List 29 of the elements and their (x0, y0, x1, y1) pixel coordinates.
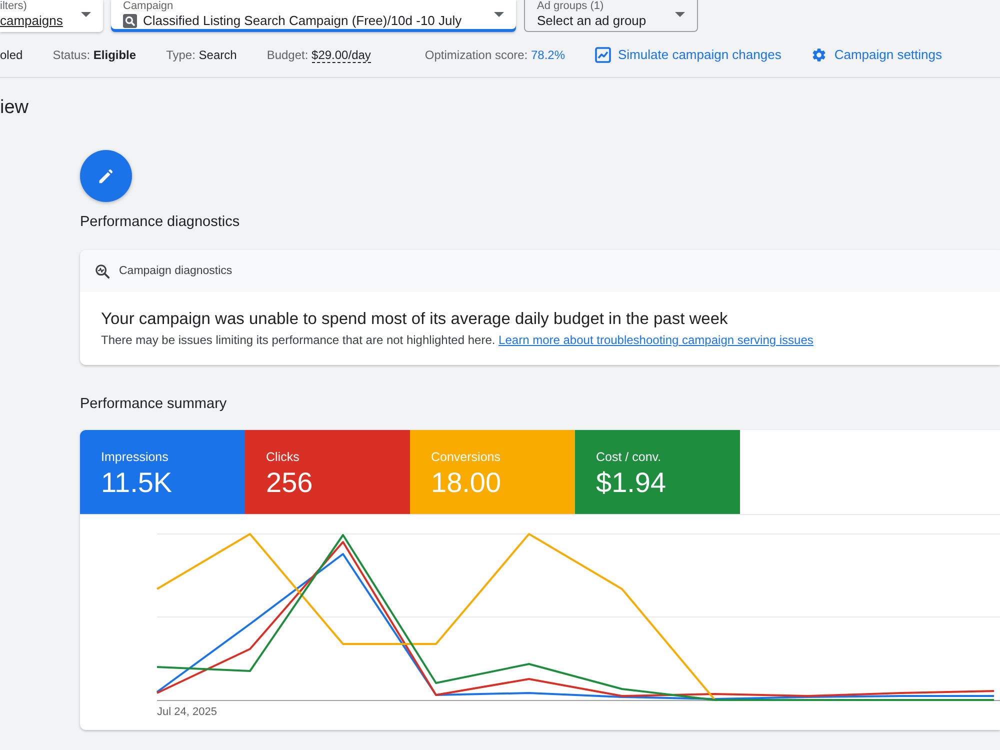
optimization-score-text: Optimization score: 78.2% (424, 48, 565, 62)
section-heading: Performance diagnostics (80, 214, 240, 231)
filter-dropdown[interactable]: ilters) campaigns (0, 0, 103, 32)
type-text: Type: Search (166, 48, 237, 62)
page-title: iew (0, 97, 30, 119)
axis-date-label: Jul 24, 2025 (156, 705, 218, 719)
diagnostics-icon (95, 264, 110, 278)
simulate-changes-link[interactable]: Simulate campaign changes (595, 46, 782, 62)
metric-tile[interactable]: Cost / conv. $1.94 (575, 430, 740, 514)
budget-text[interactable]: Budget: $29.00/day (266, 48, 371, 62)
metric-tile[interactable]: Clicks 256 (245, 430, 410, 514)
caret-icon (494, 12, 504, 17)
chart-icon (595, 46, 611, 62)
edit-button[interactable] (80, 150, 132, 202)
metric-tile[interactable]: Impressions 11.5K (80, 430, 245, 514)
card-title: Campaign diagnostics (119, 265, 232, 277)
campaign-settings-link[interactable]: Campaign settings (811, 46, 942, 62)
diagnostic-message: Your campaign was unable to spend most of its average daily budget in the past week (101, 309, 729, 329)
settings-icon (811, 46, 828, 62)
status-text: Status: Eligible (52, 48, 136, 62)
caret-icon (81, 12, 91, 17)
campaign-dropdown[interactable]: Campaign Classified Listing Search Campaign (Free)/10d -10 July (111, 0, 516, 32)
section-heading: Performance summary (80, 396, 227, 413)
diagnostic-detail: There may be issues limiting its performance that are not highlighted here. Learn more about troubleshooting campaign serving issues (101, 333, 814, 348)
learn-more-link[interactable]: Learn more about troubleshooting campaign serving issues (498, 333, 814, 347)
campaign-state-text: oled (0, 48, 23, 62)
search-icon (123, 14, 137, 28)
caret-icon (675, 12, 685, 17)
ad-group-dropdown[interactable]: Ad groups (1) Select an ad group (524, 0, 698, 32)
